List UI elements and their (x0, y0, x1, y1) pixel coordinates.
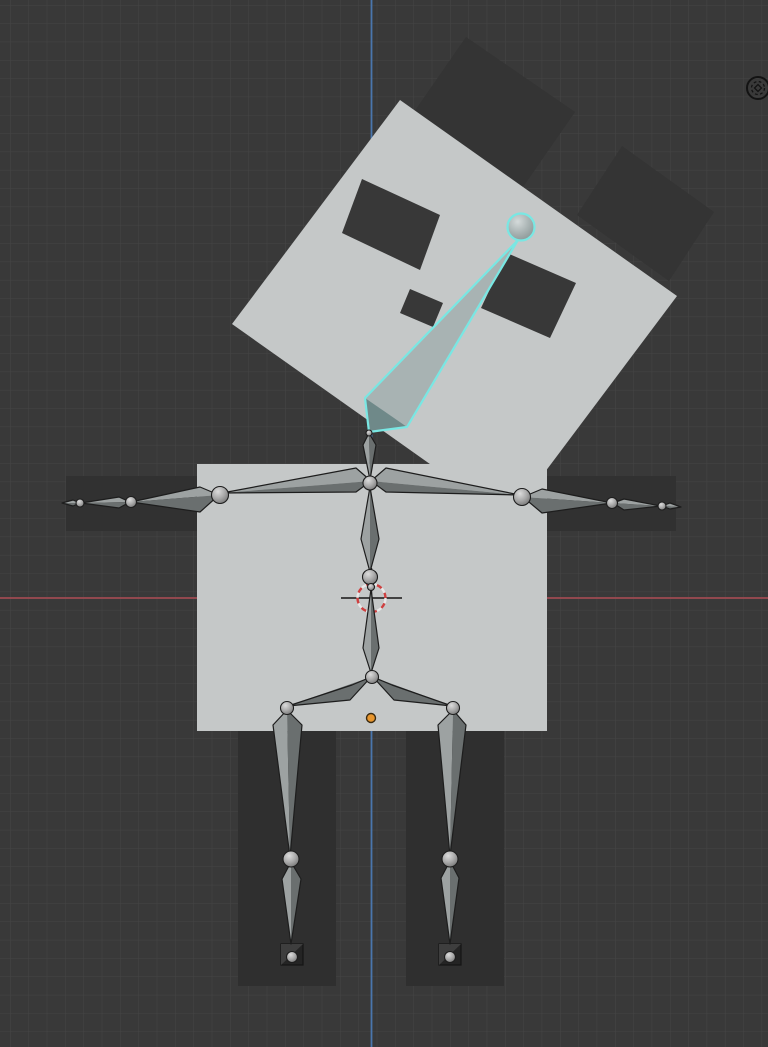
joint-foot-ball-l[interactable] (285, 950, 299, 964)
joint-head-tip-selected[interactable] (506, 212, 536, 242)
joint-chest-bottom[interactable] (361, 568, 379, 586)
joint-hip-l[interactable] (279, 700, 295, 716)
joint-elbow-l[interactable] (124, 495, 138, 509)
joint-wrist-r[interactable] (657, 501, 667, 511)
viewport-canvas[interactable] (0, 0, 768, 1047)
joint-abdomen-top[interactable] (366, 582, 376, 592)
blender-3d-viewport[interactable] (0, 0, 768, 1047)
origin-dot[interactable] (365, 712, 377, 724)
joint-clav-center[interactable] (362, 475, 378, 491)
joint-shoulder-r[interactable] (512, 487, 532, 507)
joint-head-base[interactable] (365, 429, 373, 437)
joint-hip-r[interactable] (445, 700, 461, 716)
joint-knee-l[interactable] (282, 850, 300, 868)
joint-foot-ball-r[interactable] (443, 950, 457, 964)
joint-pelvis[interactable] (364, 669, 380, 685)
joint-wrist-l[interactable] (75, 498, 85, 508)
joint-knee-r[interactable] (441, 850, 459, 868)
joint-shoulder-l[interactable] (210, 485, 230, 505)
joint-elbow-r[interactable] (605, 496, 619, 510)
